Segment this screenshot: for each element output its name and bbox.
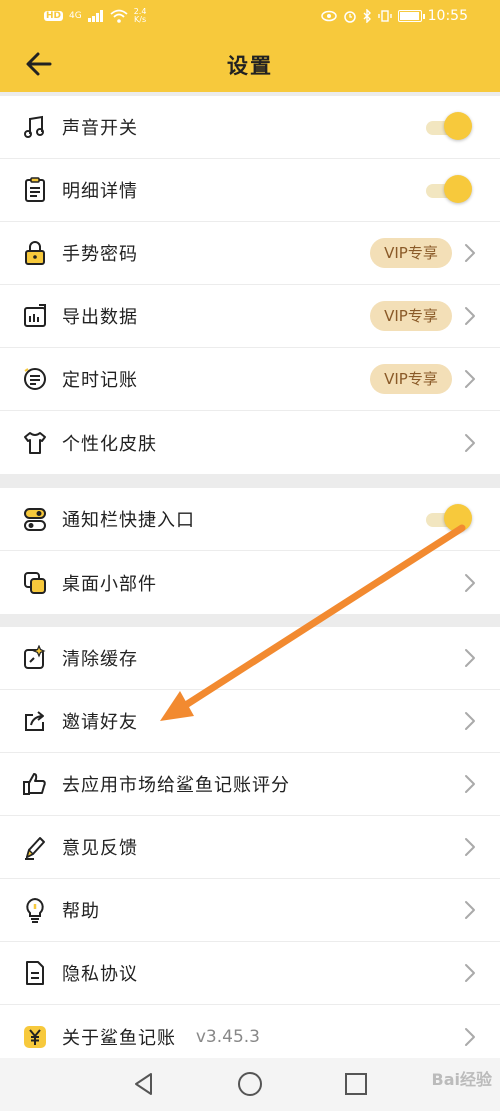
share-icon: [22, 708, 48, 734]
timer-list-icon: [22, 366, 48, 392]
settings-row[interactable]: 个性化皮肤: [0, 411, 500, 474]
eye-icon: [320, 10, 337, 22]
chevron-right-icon: [464, 711, 476, 731]
clock-time: 10:55: [427, 8, 468, 24]
network-type: 4G: [69, 11, 82, 21]
settings-row[interactable]: 手势密码 VIP专享: [0, 222, 500, 285]
triangle-back-icon: [135, 1073, 152, 1095]
app-header: 设置: [0, 34, 500, 92]
toggle-switch[interactable]: [426, 112, 472, 142]
settings-row[interactable]: 去应用市场给鲨鱼记账评分: [0, 753, 500, 816]
thumbs-up-icon: [22, 771, 48, 797]
settings-row-label: 隐私协议: [62, 964, 138, 985]
settings-row-label: 去应用市场给鲨鱼记账评分: [62, 775, 290, 796]
alarm-icon: [343, 11, 356, 23]
settings-row[interactable]: 帮助: [0, 879, 500, 942]
toggle-switch[interactable]: [426, 504, 472, 534]
settings-row[interactable]: 明细详情: [0, 159, 500, 222]
settings-row[interactable]: 通知栏快捷入口: [0, 488, 500, 551]
status-bar: HD 4G 2.4 K/s 10:55: [0, 0, 500, 34]
settings-row[interactable]: 声音开关: [0, 96, 500, 159]
vip-badge: VIP专享: [370, 238, 452, 268]
settings-row[interactable]: 清除缓存: [0, 627, 500, 690]
settings-row-label: 手势密码: [62, 244, 138, 265]
system-nav-bar: Bai经验: [0, 1058, 500, 1111]
chevron-right-icon: [464, 369, 476, 389]
circle-home-icon: [238, 1072, 262, 1096]
settings-row[interactable]: 意见反馈: [0, 816, 500, 879]
sparkle-clean-icon: [22, 644, 48, 671]
toggle-switch[interactable]: [426, 175, 472, 205]
toggle-switches-icon: [22, 506, 48, 532]
clipboard-list-icon: [22, 177, 48, 203]
settings-row-label: 桌面小部件: [62, 573, 157, 595]
settings-row[interactable]: 桌面小部件: [0, 551, 500, 614]
settings-row-label: 意见反馈: [62, 838, 138, 859]
network-speed: 2.4 K/s: [133, 7, 147, 24]
music-note-icon: [22, 114, 48, 140]
settings-group-general: 声音开关 明细详情 手势密码 VIP专享 导出数据 VIP专享 定时记账 VIP专享 个性化皮肤: [0, 96, 500, 474]
settings-row-label: 通知栏快捷入口: [62, 510, 195, 531]
vibrate-icon: [377, 10, 392, 22]
yen-logo-icon: [22, 1024, 48, 1050]
settings-row[interactable]: 隐私协议: [0, 942, 500, 1005]
document-icon: [22, 960, 48, 986]
nav-recents-button[interactable]: [342, 1070, 370, 1098]
settings-row-label: 声音开关: [62, 118, 138, 139]
chevron-right-icon: [464, 837, 476, 857]
settings-row-label: 明细详情: [62, 181, 138, 202]
vip-badge: VIP专享: [370, 364, 452, 394]
battery-icon: [397, 10, 425, 22]
settings-row-label: 关于鲨鱼记账: [62, 1027, 176, 1049]
chevron-right-icon: [464, 573, 476, 593]
bluetooth-icon: [363, 9, 371, 23]
export-chart-icon: [22, 303, 48, 329]
page-title: 设置: [227, 54, 273, 78]
lightbulb-icon: [22, 897, 48, 923]
settings-row-label: 导出数据: [62, 307, 138, 328]
settings-group-shortcuts: 通知栏快捷入口 桌面小部件: [0, 488, 500, 614]
chevron-right-icon: [464, 1027, 476, 1047]
settings-row[interactable]: 导出数据 VIP专享: [0, 285, 500, 348]
settings-row-label: 定时记账: [62, 370, 138, 391]
watermark: Bai经验: [431, 1070, 492, 1089]
chevron-right-icon: [464, 648, 476, 668]
tshirt-icon: [22, 430, 48, 456]
nav-home-button[interactable]: [236, 1070, 264, 1098]
chevron-right-icon: [464, 243, 476, 263]
chevron-right-icon: [464, 774, 476, 794]
settings-group-about: 清除缓存邀请好友去应用市场给鲨鱼记账评分 意见反馈帮助隐私协议关于鲨鱼记账 v3.4…: [0, 627, 500, 1068]
hd-indicator: HD: [44, 11, 64, 21]
chevron-right-icon: [464, 306, 476, 326]
widget-icon: [22, 570, 48, 596]
pen-icon: [22, 834, 48, 860]
settings-row[interactable]: 定时记账 VIP专享: [0, 348, 500, 411]
vip-badge: VIP专享: [370, 301, 452, 331]
wifi-icon: [110, 9, 128, 23]
settings-row-label: 帮助: [62, 901, 100, 922]
nav-back-button[interactable]: [130, 1070, 158, 1098]
signal-icon: [87, 10, 103, 22]
app-version: v3.45.3: [195, 1026, 260, 1047]
settings-row-label: 清除缓存: [62, 649, 138, 670]
lock-icon: [22, 240, 48, 266]
settings-row[interactable]: 邀请好友: [0, 690, 500, 753]
settings-row-label: 个性化皮肤: [62, 433, 157, 455]
chevron-right-icon: [464, 433, 476, 453]
chevron-right-icon: [464, 963, 476, 983]
square-recents-icon: [345, 1073, 367, 1095]
settings-row-label: 邀请好友: [62, 712, 138, 733]
chevron-right-icon: [464, 900, 476, 920]
